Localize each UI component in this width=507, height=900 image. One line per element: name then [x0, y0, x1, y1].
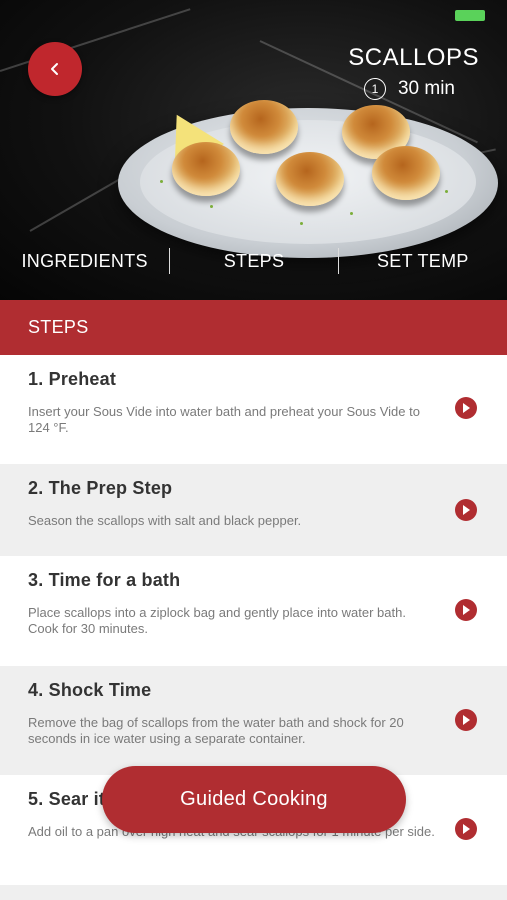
scallop	[230, 100, 298, 154]
clock-icon: 1	[363, 78, 386, 100]
tab-ingredients[interactable]: INGREDIENTS	[0, 244, 169, 278]
step-open-button[interactable]	[455, 397, 477, 419]
step-title: 1. Preheat	[28, 369, 117, 389]
tab-set-temp[interactable]: SET TEMP	[339, 244, 507, 278]
play-arrow-icon	[463, 824, 470, 834]
tab-steps[interactable]: STEPS	[170, 244, 337, 278]
play-arrow-icon	[463, 505, 470, 515]
battery-icon	[455, 10, 485, 21]
recipe-title: SCALLOPS	[348, 44, 479, 71]
step-open-button[interactable]	[455, 499, 477, 521]
play-arrow-icon	[463, 715, 470, 725]
step-item[interactable]: 3. Time for a bath Place scallops into a…	[0, 556, 507, 666]
scallop	[372, 146, 440, 200]
herb-garnish	[350, 212, 353, 215]
herb-garnish	[300, 222, 303, 225]
step-item[interactable]: 4. Shock Time Remove the bag of scallops…	[0, 666, 507, 775]
herb-garnish	[445, 190, 448, 193]
scallop	[172, 142, 240, 196]
step-item	[0, 885, 507, 900]
play-arrow-icon	[463, 605, 470, 615]
herb-garnish	[160, 180, 163, 183]
section-header: STEPS	[0, 300, 507, 355]
step-open-button[interactable]	[455, 599, 477, 621]
step-open-button[interactable]	[455, 818, 477, 840]
cook-time: 1 30 min	[363, 78, 455, 100]
step-description: Season the scallops with salt and black …	[28, 513, 302, 528]
chevron-left-icon	[51, 63, 58, 75]
step-description: Remove the bag of scallops from the wate…	[28, 715, 404, 746]
recipe-tabs: INGREDIENTS STEPS SET TEMP	[0, 244, 507, 278]
scallop	[276, 152, 344, 206]
cook-time-value: 30 min	[397, 78, 455, 99]
guided-cooking-button[interactable]: Guided Cooking	[102, 766, 406, 833]
step-title: 2. The Prep Step	[28, 478, 173, 498]
back-button[interactable]	[28, 42, 82, 96]
step-item[interactable]: 2. The Prep Step Season the scallops wit…	[0, 464, 507, 556]
herb-garnish	[210, 205, 213, 208]
step-title: 3. Time for a bath	[28, 570, 181, 590]
step-description: Place scallops into a ziplock bag and ge…	[28, 605, 406, 636]
play-arrow-icon	[463, 403, 470, 413]
step-open-button[interactable]	[455, 709, 477, 731]
step-title: 4. Shock Time	[28, 680, 152, 700]
step-item[interactable]: 1. Preheat Insert your Sous Vide into wa…	[0, 355, 507, 464]
step-description: Insert your Sous Vide into water bath an…	[28, 404, 420, 435]
recipe-hero: SCALLOPS 1 30 min INGREDIENTS STEPS SET …	[0, 0, 507, 300]
